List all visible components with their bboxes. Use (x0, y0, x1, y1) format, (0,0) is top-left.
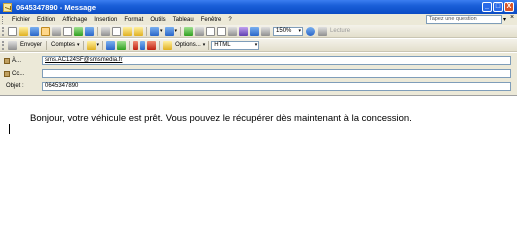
menu-grip[interactable] (2, 15, 6, 24)
toolbar-separator (129, 40, 131, 50)
undo-dropdown-arrow-icon[interactable]: ▾ (160, 28, 163, 34)
zoom-select[interactable]: 150% ▾ (273, 26, 304, 36)
accounts-button[interactable]: Comptes (51, 42, 75, 48)
to-field[interactable]: sms.AC124SF@smsmedia.fr (42, 56, 511, 65)
permission-icon[interactable] (41, 26, 50, 36)
help-question-input[interactable]: Tapez une question (426, 15, 502, 24)
toolbar-separator (180, 26, 182, 36)
toolbar-separator (97, 26, 98, 36)
menu-help[interactable]: ? (227, 17, 232, 23)
check-names-icon[interactable] (117, 40, 127, 50)
print-preview-icon[interactable] (63, 26, 72, 36)
menu-fenetre[interactable]: Fenêtre (200, 17, 223, 23)
subject-field[interactable]: 0645347890 (42, 82, 511, 91)
menu-format[interactable]: Format (123, 17, 144, 23)
help-dropdown-arrow-icon[interactable]: ▾ (503, 16, 506, 23)
spelling-check-icon[interactable] (74, 26, 83, 36)
minimize-button[interactable]: _ (482, 2, 492, 12)
toolbar-separator (159, 40, 161, 50)
message-body-text[interactable]: Bonjour, votre véhicule est prêt. Vous p… (30, 113, 412, 124)
drawing-icon[interactable] (239, 26, 249, 36)
to-recipient[interactable]: sms.AC124SF@smsmedia.fr (45, 57, 122, 63)
subject-label: Objet : (6, 83, 24, 89)
menu-insertion[interactable]: Insertion (93, 17, 118, 23)
document-map-icon[interactable] (250, 26, 260, 36)
options-button[interactable]: Options... (175, 42, 201, 48)
read-mode-icon[interactable] (318, 26, 328, 36)
toolbar-grip[interactable] (2, 40, 5, 50)
to-row: À... sms.AC124SF@smsmedia.fr (0, 55, 517, 66)
message-format-value: HTML (214, 41, 231, 48)
toolbar-separator (208, 40, 210, 50)
to-button[interactable]: À... (4, 56, 40, 65)
attach-dropdown-arrow-icon[interactable]: ▾ (97, 42, 100, 48)
columns-icon[interactable] (228, 26, 238, 36)
tables-borders-icon[interactable] (195, 26, 205, 36)
save-icon[interactable] (30, 26, 39, 36)
message-format-select[interactable]: HTML ▾ (211, 40, 260, 50)
message-app-icon (3, 2, 12, 12)
cc-row: Cc... (0, 68, 517, 79)
insert-table-icon[interactable] (206, 26, 216, 36)
cc-button[interactable]: Cc... (4, 69, 40, 78)
open-folder-icon[interactable] (19, 26, 28, 36)
zoom-dropdown-arrow-icon: ▾ (298, 27, 302, 34)
toolbar-separator (82, 40, 84, 50)
window-title: 0645347890 - Message (16, 2, 97, 12)
email-toolbar: Envoyer Comptes ▾ ▾ Options... ▾ HTML ▾ (0, 39, 517, 52)
menu-outils[interactable]: Outils (149, 17, 166, 23)
low-importance-icon[interactable] (140, 40, 146, 50)
address-book-icon (4, 57, 10, 64)
copy-icon[interactable] (112, 26, 121, 36)
menu-bar: Fichier Edition Affichage Insertion Form… (0, 14, 517, 25)
to-label: À... (12, 57, 22, 64)
toolbar-separator (146, 26, 147, 36)
read-mode-button[interactable]: Lecture (330, 28, 350, 34)
send-icon[interactable] (8, 40, 17, 50)
text-caret (9, 124, 10, 134)
message-body-editor[interactable]: Bonjour, votre véhicule est prêt. Vous p… (0, 95, 517, 250)
address-book-icon (4, 70, 10, 77)
toolbar-grip[interactable] (2, 26, 5, 36)
redo-dropdown-arrow-icon[interactable]: ▾ (175, 28, 178, 34)
options-icon[interactable] (163, 40, 173, 50)
new-document-icon[interactable] (8, 26, 17, 36)
cut-icon[interactable] (101, 26, 110, 36)
subject-row: Objet : 0645347890 (0, 81, 517, 92)
research-icon[interactable] (85, 26, 94, 36)
format-painter-icon[interactable] (134, 26, 143, 36)
toolbar-separator (102, 40, 104, 50)
cc-field[interactable] (42, 69, 511, 78)
hyperlink-icon[interactable] (184, 26, 194, 36)
follow-up-flag-icon[interactable] (147, 40, 157, 50)
insert-excel-icon[interactable] (217, 26, 227, 36)
undo-icon[interactable] (150, 26, 159, 36)
address-book-icon[interactable] (106, 40, 116, 50)
message-header: À... sms.AC124SF@smsmedia.fr Cc... Objet… (0, 53, 517, 95)
send-button[interactable]: Envoyer (20, 42, 42, 48)
document-close-icon[interactable]: × (510, 14, 514, 21)
window-controls: _ □ X (482, 2, 514, 12)
maximize-button[interactable]: □ (493, 2, 503, 12)
attach-file-icon[interactable] (86, 40, 96, 50)
redo-icon[interactable] (164, 26, 174, 36)
menu-edition[interactable]: Edition (36, 17, 56, 23)
menu-tableau[interactable]: Tableau (172, 17, 195, 23)
paste-icon[interactable] (123, 26, 132, 36)
title-bar: 0645347890 - Message _ □ X (0, 0, 517, 14)
menu-affichage[interactable]: Affichage (61, 17, 88, 23)
accounts-dropdown-arrow-icon[interactable]: ▾ (77, 42, 80, 48)
zoom-value: 150% (276, 27, 292, 34)
options-dropdown-arrow-icon[interactable]: ▾ (203, 42, 206, 48)
show-hide-paragraph-icon[interactable] (261, 26, 271, 36)
high-importance-icon[interactable] (133, 40, 139, 50)
print-icon[interactable] (52, 26, 61, 36)
toolbar-separator (46, 40, 48, 50)
format-dropdown-arrow-icon: ▾ (254, 41, 258, 48)
cc-label: Cc... (12, 70, 25, 77)
close-button[interactable]: X (504, 2, 514, 12)
help-icon[interactable] (306, 26, 316, 36)
menu-fichier[interactable]: Fichier (11, 17, 31, 23)
standard-toolbar: ▾ ▾ 150% ▾ Lecture (0, 25, 517, 38)
